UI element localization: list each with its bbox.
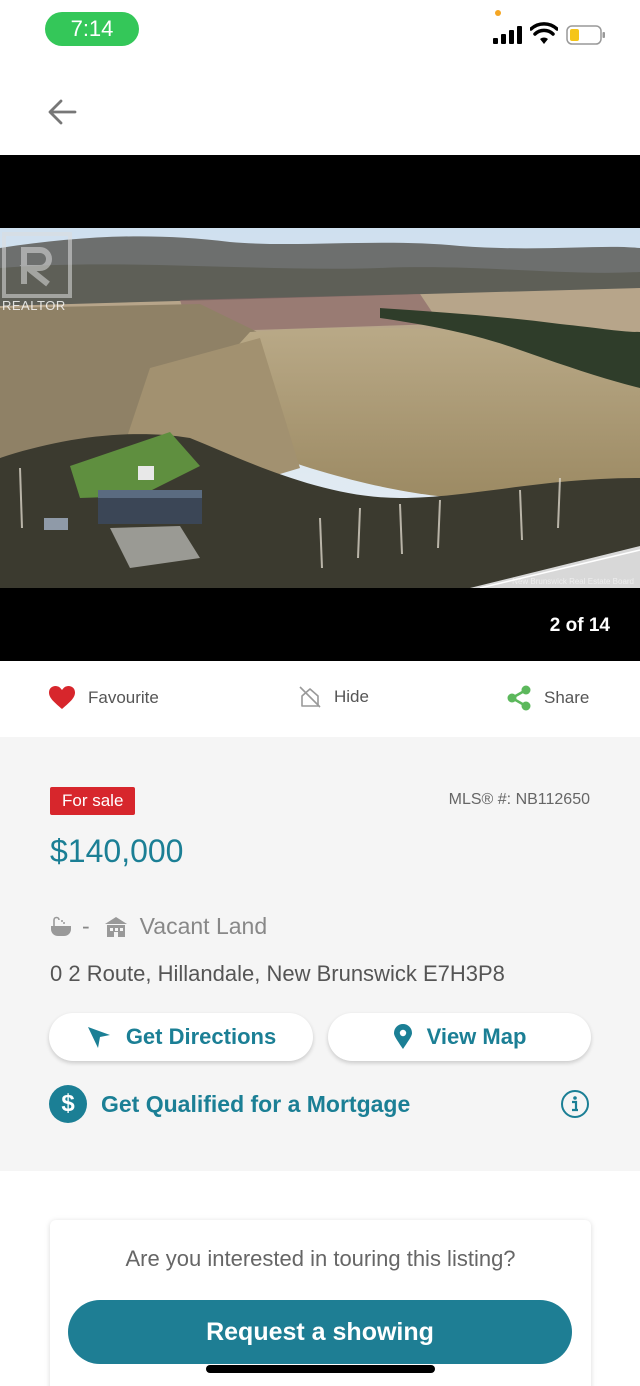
photo-gallery[interactable]: REALTOR New Brunswick Real Estate Board … — [0, 155, 640, 661]
battery-icon — [566, 25, 605, 45]
get-qualified-mortgage-link[interactable]: $ Get Qualified for a Mortgage — [49, 1085, 410, 1123]
wifi-icon — [530, 22, 558, 44]
tour-request-card: Are you interested in touring this listi… — [50, 1220, 591, 1386]
mls-number: MLS® #: NB112650 — [448, 791, 590, 808]
view-map-label: View Map — [426, 1024, 527, 1049]
share-icon — [507, 685, 531, 711]
mortgage-label: Get Qualified for a Mortgage — [101, 1090, 411, 1117]
request-showing-button[interactable]: Request a showing — [68, 1300, 572, 1364]
building-icon — [104, 916, 127, 937]
hide-button[interactable]: Hide — [298, 685, 369, 709]
navigation-arrow-icon — [87, 1027, 110, 1048]
header — [0, 60, 640, 156]
share-button[interactable]: Share — [506, 685, 589, 711]
cellular-signal-icon — [493, 26, 522, 44]
get-directions-button[interactable]: Get Directions — [49, 1013, 313, 1061]
status-time: 7:14 — [45, 12, 139, 46]
get-directions-label: Get Directions — [125, 1024, 277, 1049]
aerial-land-image — [0, 228, 640, 588]
property-specs: - Vacant Land — [50, 913, 267, 940]
realtor-watermark: REALTOR — [2, 298, 66, 313]
listing-actions: Favourite Hide Share — [0, 661, 640, 737]
favourite-label: Favourite — [88, 688, 159, 707]
property-type: Vacant Land — [139, 913, 268, 939]
favourite-button[interactable]: Favourite — [48, 685, 159, 711]
share-label: Share — [544, 688, 590, 707]
listing-details: For sale MLS® #: NB112650 $140,000 - Vac… — [0, 737, 640, 1171]
dollar-icon: $ — [49, 1085, 87, 1123]
photo-credit: New Brunswick Real Estate Board — [512, 577, 634, 586]
heart-icon — [49, 686, 75, 709]
privacy-indicator — [495, 10, 501, 16]
home-indicator[interactable] — [206, 1365, 435, 1373]
hide-label: Hide — [334, 687, 369, 706]
status-badge: For sale — [50, 787, 136, 815]
photo-counter: 2 of 14 — [549, 615, 610, 636]
bathtub-icon — [51, 916, 71, 936]
listing-price: $140,000 — [50, 833, 184, 869]
bathrooms-value: - — [82, 913, 90, 939]
arrow-left-icon — [48, 99, 77, 125]
hide-icon — [299, 686, 321, 708]
listing-photo[interactable]: REALTOR New Brunswick Real Estate Board — [0, 228, 640, 588]
listing-address: 0 2 Route, Hillandale, New Brunswick E7H… — [50, 961, 505, 986]
back-button[interactable] — [40, 90, 84, 134]
info-icon[interactable] — [560, 1089, 590, 1119]
view-map-button[interactable]: View Map — [328, 1013, 591, 1061]
tour-question: Are you interested in touring this listi… — [125, 1246, 516, 1271]
status-bar: 7:14 — [0, 0, 640, 60]
map-pin-icon — [393, 1024, 412, 1049]
